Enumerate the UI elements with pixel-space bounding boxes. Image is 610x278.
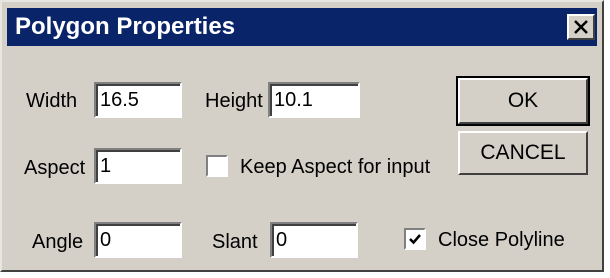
aspect-label: Aspect	[24, 157, 86, 179]
title-bar[interactable]: Polygon Properties	[7, 8, 597, 46]
keep-aspect-label[interactable]: Keep Aspect for input	[240, 155, 430, 179]
close-button[interactable]	[567, 14, 595, 40]
slant-label: Slant	[212, 231, 258, 253]
width-label: Width	[26, 90, 78, 112]
height-input[interactable]	[272, 86, 356, 114]
angle-field[interactable]	[94, 222, 182, 258]
dialog-title: Polygon Properties	[15, 13, 236, 40]
width-field[interactable]	[94, 82, 182, 118]
angle-input[interactable]	[98, 226, 178, 254]
ok-button-label: OK	[507, 89, 539, 112]
aspect-input[interactable]	[98, 152, 178, 180]
keep-aspect-checkbox[interactable]	[206, 155, 228, 177]
checkmark-icon	[409, 234, 421, 245]
cancel-button[interactable]: CANCEL	[458, 131, 588, 175]
close-polyline-label[interactable]: Close Polyline	[438, 228, 565, 252]
aspect-field[interactable]	[94, 148, 182, 184]
slant-field[interactable]	[270, 222, 358, 258]
cancel-button-label: CANCEL	[480, 141, 566, 164]
angle-label: Angle	[32, 231, 84, 253]
slant-input[interactable]	[274, 226, 354, 254]
height-label: Height	[205, 90, 263, 112]
width-input[interactable]	[98, 86, 178, 114]
height-field[interactable]	[268, 82, 360, 118]
close-icon	[574, 20, 588, 34]
close-polyline-checkbox[interactable]	[404, 228, 426, 250]
polygon-properties-dialog: Polygon Properties Width Height OK Aspec…	[0, 0, 604, 272]
ok-button[interactable]: OK	[456, 76, 590, 126]
